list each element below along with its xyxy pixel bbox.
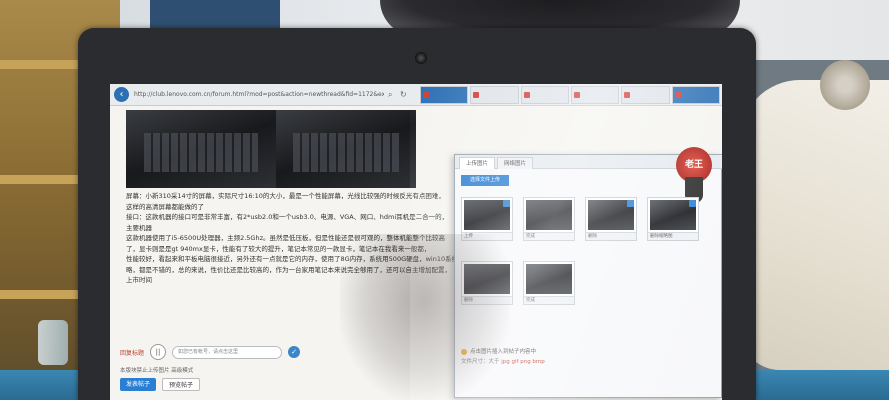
selected-mark-icon	[503, 200, 510, 207]
dialog-footer: 点击图片插入到帖子内容中 文件尺寸：大于 jpg gif png bmp	[461, 347, 717, 365]
thumbnail-label: 删除	[462, 296, 512, 304]
door-background	[150, 0, 280, 30]
image-thumbnail[interactable]: 删除缩略图	[647, 197, 699, 241]
post-line: 这款机器使用了i5-6500U处理器，主频2.5Ghz。虽然是低压板，但是性能还…	[126, 234, 445, 242]
selected-mark-icon	[627, 200, 634, 207]
back-icon[interactable]: ‹	[114, 87, 129, 102]
keyboard-keys	[144, 133, 258, 173]
preview-post-button[interactable]: 预览帖子	[162, 378, 201, 391]
browser-tab[interactable]	[420, 86, 469, 104]
post-line: 略，都是不错的，总的来说，性价比还是比较高的，作为一台家用笔记本来说完全够用了，…	[126, 265, 451, 274]
file-size-hint: 文件尺寸：大于 jpg gif png bmp	[461, 357, 717, 365]
tab-upload-image[interactable]: 上传图片	[459, 157, 496, 169]
post-body[interactable]: 屏幕：小新310采14寸的屏幕，实际尺寸16:10的大小，最是一个性能屏幕，光线…	[126, 192, 456, 287]
image-thumbnail[interactable]: 删除	[461, 261, 513, 305]
badge-icon: 老王	[675, 147, 713, 203]
laptop-screen: ‹ http://club.lenovo.com.cn/forum.html?m…	[110, 84, 722, 400]
action-buttons: 发表帖子 预览帖子	[120, 378, 201, 391]
reply-row: 回复标题 || 如您已有帐号，请点击这里 ✓	[120, 344, 380, 360]
selected-mark-icon	[689, 200, 696, 207]
captcha-input[interactable]: 如您已有帐号，请点击这里	[172, 345, 283, 359]
image-thumbnail[interactable]: 完成	[523, 261, 575, 305]
thumbnail-label: 上传	[462, 232, 512, 240]
post-line: 上市时间	[126, 276, 152, 284]
keyboard-photo	[126, 110, 276, 188]
image-thumbnail[interactable]: 上传	[461, 197, 513, 241]
tab-web-image[interactable]: 网络图片	[497, 157, 534, 169]
post-line: 主要机器	[126, 223, 152, 232]
thumbnail-label: 完成	[524, 296, 574, 304]
laptop: ‹ http://club.lenovo.com.cn/forum.html?m…	[78, 28, 756, 400]
refresh-icon[interactable]: ↻	[400, 90, 410, 100]
keyboard-keys	[292, 133, 400, 173]
browser-tab[interactable]	[520, 86, 569, 104]
thumbnail-image	[526, 200, 572, 230]
thumbnail-image	[464, 264, 510, 294]
submit-post-button[interactable]: 发表帖子	[120, 378, 157, 391]
reply-label: 回复标题	[120, 349, 145, 357]
post-line: 这样的高清屏幕都能做的了	[126, 202, 204, 211]
allowed-formats: jpg gif png bmp	[501, 359, 545, 365]
image-thumbnail[interactable]: 完成	[523, 197, 575, 241]
post-line: 接口：这款机器的接口可是非常丰富，有2*usb2.0和一个usb3.0、电源、V…	[126, 213, 449, 221]
post-line: 了，显卡则是是gt 940mx显卡，性能有了较大的提升，笔记本常见的一款显卡，笔…	[126, 244, 431, 253]
browser-tab[interactable]	[671, 86, 720, 104]
bottle	[38, 320, 68, 365]
tab-strip	[420, 86, 720, 104]
thumbnail-image	[526, 264, 572, 294]
badge-text: 老王	[684, 160, 703, 170]
browser-tab[interactable]	[621, 86, 670, 104]
post-tip: 本版块禁止上传图片 高级模式	[120, 368, 194, 374]
image-thumbnail[interactable]: 删除	[585, 197, 637, 241]
browser-toolbar: ‹ http://club.lenovo.com.cn/forum.html?m…	[110, 84, 722, 106]
select-file-button[interactable]: 选择文件上传	[461, 175, 509, 186]
search-icon[interactable]: ⌕	[388, 90, 398, 100]
keyboard-photo	[276, 110, 416, 188]
insert-hint: 点击图片插入到帖子内容中	[461, 347, 717, 355]
browser-tab[interactable]	[470, 86, 519, 104]
thumbnail-label: 完成	[524, 232, 574, 240]
thumbnail-label: 删除缩略图	[648, 232, 698, 240]
pause-icon[interactable]: ||	[150, 344, 167, 360]
file-size-prefix: 文件尺寸：大于	[461, 359, 502, 365]
pillow	[740, 80, 889, 370]
browser-tab[interactable]	[570, 86, 620, 104]
post-line: 性能较好，看起来和平板电脑很接近，另外还有一点就是它的内存，使用了8G内存，系统…	[126, 255, 456, 263]
webcam-icon	[415, 52, 427, 64]
check-icon[interactable]: ✓	[288, 346, 301, 358]
fan-knob	[820, 60, 870, 110]
thumbnail-label: 删除	[586, 232, 636, 240]
post-line: 屏幕：小新310采14寸的屏幕，实际尺寸16:10的大小，最是一个性能屏幕，光线…	[126, 192, 445, 200]
address-bar[interactable]: http://club.lenovo.com.cn/forum.html?mod…	[134, 89, 384, 101]
image-upload-dialog: 上传图片 网络图片 选择文件上传 老王 上传 完成 删除 删除缩略图 删除 完成…	[454, 147, 722, 398]
